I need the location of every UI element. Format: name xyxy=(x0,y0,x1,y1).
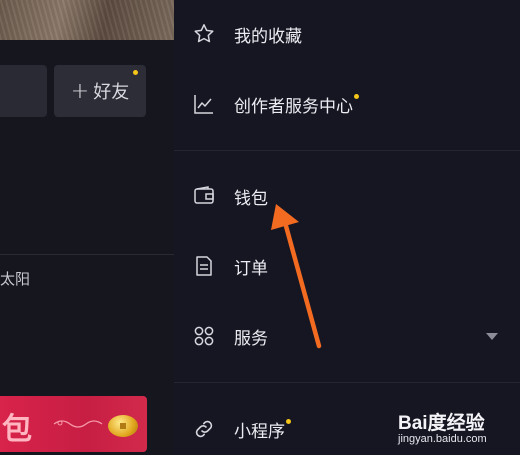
notification-dot xyxy=(354,93,359,99)
menu-item-services[interactable]: 服务 xyxy=(174,316,520,356)
profile-text: 太阳 xyxy=(0,270,31,288)
menu-item-orders[interactable]: 订单 xyxy=(174,246,520,286)
plus-icon: + xyxy=(70,78,90,104)
edit-profile-button[interactable] xyxy=(0,65,47,117)
link-icon xyxy=(192,417,216,441)
menu-item-label: 小程序 xyxy=(234,421,285,442)
watermark-url: jingyan.baidu.com xyxy=(398,433,487,445)
profile-background-pane: + 好友 太阳 包 xyxy=(0,0,174,455)
document-icon xyxy=(192,254,216,278)
divider xyxy=(0,254,174,255)
menu-item-label: 我的收藏 xyxy=(234,26,302,47)
chevron-down-icon[interactable] xyxy=(486,333,498,340)
cover-photo xyxy=(0,0,174,40)
star-icon xyxy=(192,22,216,46)
red-packet-text: 包 xyxy=(2,412,33,447)
chart-line-icon xyxy=(192,92,216,116)
swirl-decoration-icon xyxy=(53,420,103,428)
menu-item-label-wrap: 创作者服务中心 xyxy=(234,92,359,117)
menu-item-favorites[interactable]: 我的收藏 xyxy=(174,14,520,54)
divider xyxy=(174,382,520,383)
side-drawer-menu: 我的收藏 创作者服务中心 钱包 订单 服务 小程序 xyxy=(174,0,520,455)
watermark-logo: Bai度经验 xyxy=(398,413,485,434)
notification-dot xyxy=(286,418,291,424)
notification-dot xyxy=(133,70,138,75)
menu-item-label-wrap: 小程序 xyxy=(234,417,291,442)
menu-item-creator-center[interactable]: 创作者服务中心 xyxy=(174,84,520,124)
grid-icon xyxy=(192,324,216,348)
red-packet-banner[interactable]: 包 xyxy=(0,396,147,452)
menu-item-label: 创作者服务中心 xyxy=(234,96,353,117)
baidu-jingyan-watermark: Bai度经验 jingyan.baidu.com xyxy=(396,408,520,452)
menu-item-label: 订单 xyxy=(234,258,268,279)
divider xyxy=(174,150,520,151)
add-friend-label: 好友 xyxy=(93,82,130,103)
menu-item-wallet[interactable]: 钱包 xyxy=(174,176,520,216)
menu-item-label: 服务 xyxy=(234,328,268,349)
wallet-icon xyxy=(192,184,216,208)
add-friend-button[interactable]: + 好友 xyxy=(54,65,146,117)
menu-item-label: 钱包 xyxy=(234,188,268,209)
coin-icon xyxy=(108,415,138,437)
